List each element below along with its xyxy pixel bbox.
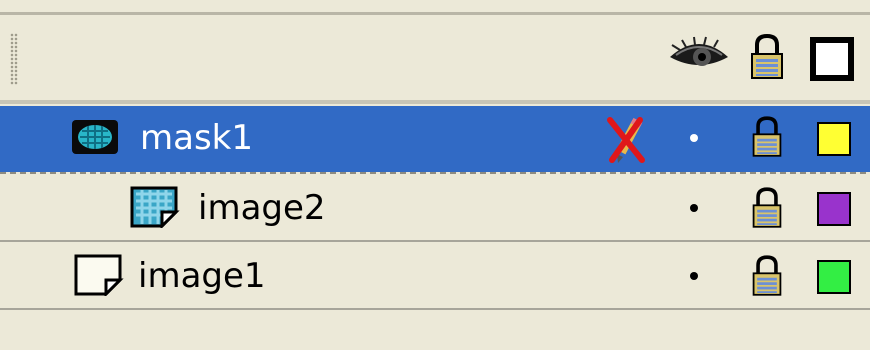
timeline-layers-panel: mask1 image2 image1 [0, 0, 870, 350]
layer-name: image2 [198, 188, 326, 228]
outline-square-icon[interactable] [810, 37, 854, 81]
layer-row-image1[interactable]: image1 [0, 242, 870, 308]
empty-layer-area [0, 310, 870, 350]
lock-icon[interactable] [750, 115, 784, 159]
visibility-dot[interactable] [690, 134, 698, 142]
outline-color-swatch[interactable] [817, 192, 851, 226]
layer-name: mask1 [140, 118, 253, 158]
visibility-dot[interactable] [690, 272, 698, 280]
header-divider [0, 100, 870, 104]
lock-icon[interactable] [748, 33, 786, 81]
pencil-crossed-icon [604, 114, 650, 166]
layer-row-image2[interactable]: image2 [0, 174, 870, 240]
masked-layer-icon [128, 184, 180, 228]
layers-header [0, 15, 870, 103]
eye-icon[interactable] [668, 35, 730, 75]
layer-row-mask1[interactable]: mask1 [0, 106, 870, 172]
outline-color-swatch[interactable] [817, 260, 851, 294]
layer-name: image1 [138, 256, 266, 296]
lock-icon[interactable] [750, 254, 784, 298]
mask-layer-icon [70, 118, 120, 156]
lock-icon[interactable] [750, 186, 784, 230]
outline-color-swatch[interactable] [817, 122, 851, 156]
drag-grip-icon[interactable] [10, 33, 18, 85]
normal-layer-icon [72, 252, 124, 296]
visibility-dot[interactable] [690, 204, 698, 212]
